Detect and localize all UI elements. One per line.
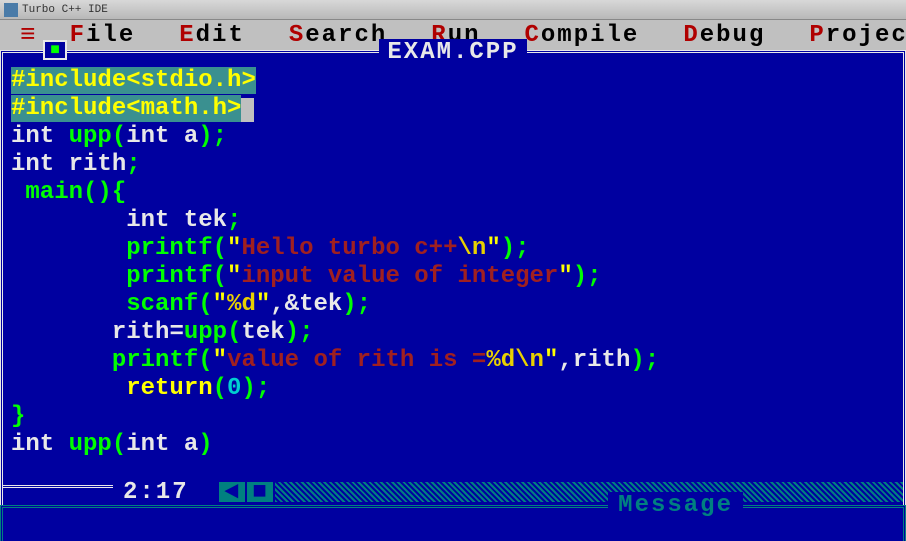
window-title: Turbo C++ IDE: [22, 4, 108, 16]
selected-text: #include<stdio.h>: [11, 67, 256, 94]
editor-filename: EXAM.CPP: [379, 39, 526, 66]
window-titlebar: Turbo C++ IDE: [0, 0, 906, 20]
selected-text: #include<math.h>: [11, 95, 241, 122]
status-line: 2:17 ◄ ■: [3, 479, 903, 505]
cursor-position: 2:17: [113, 479, 199, 506]
message-panel: Message: [0, 505, 906, 541]
editor-window: ■ EXAM.CPP #include<stdio.h> #include<ma…: [0, 50, 906, 505]
scroll-left-icon[interactable]: ◄: [219, 482, 245, 502]
scroll-thumb[interactable]: ■: [247, 482, 273, 502]
code-editor[interactable]: #include<stdio.h> #include<math.h> int u…: [3, 53, 903, 463]
message-panel-title: Message: [608, 492, 743, 519]
text-cursor: [241, 98, 254, 122]
window-icon: [4, 3, 18, 17]
horizontal-scrollbar[interactable]: [275, 482, 903, 502]
close-icon[interactable]: ■: [43, 40, 67, 60]
